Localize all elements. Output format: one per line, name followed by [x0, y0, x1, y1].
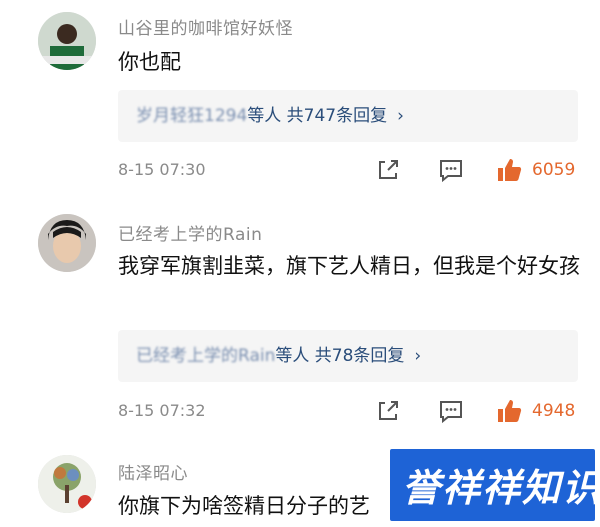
comment-actions: 8-15 07:32 4948 [118, 396, 588, 426]
reply-names: 岁月轻狂1294 [136, 106, 248, 126]
reply-summary[interactable]: 岁月轻狂1294等人 共747条回复 › [118, 90, 578, 142]
chevron-right-icon: › [397, 106, 404, 126]
timestamp: 8-15 07:30 [118, 160, 206, 179]
avatar[interactable] [38, 455, 96, 513]
reply-names: 已经考上学的Rain [136, 346, 276, 366]
avatar[interactable] [38, 214, 96, 272]
watermark-text: 誉祥祥知识 [402, 466, 595, 510]
comment-actions: 8-15 07:30 6059 [118, 155, 588, 185]
share-icon[interactable] [375, 157, 401, 183]
like-count: 4948 [532, 401, 576, 421]
avatar[interactable] [38, 12, 96, 70]
username[interactable]: 山谷里的咖啡馆好妖怪 [118, 14, 293, 39]
username[interactable]: 陆泽昭心 [118, 459, 188, 484]
comment-icon[interactable] [438, 398, 464, 424]
username[interactable]: 已经考上学的Rain [118, 220, 262, 245]
reply-count: 等人 共747条回复 [247, 106, 388, 126]
comment-text: 你旗下为啥签精日分子的艺 [118, 494, 370, 518]
like-count: 6059 [532, 160, 576, 180]
chevron-right-icon: › [414, 346, 422, 366]
watermark-logo: 誉祥祥知识 [390, 449, 595, 521]
comment-text: 你也配 [118, 50, 181, 74]
comment-text: 我穿军旗割韭菜，旗下艺人精日，但我是个好女孩 [118, 254, 580, 278]
timestamp: 8-15 07:32 [118, 401, 206, 420]
share-icon[interactable] [375, 398, 401, 424]
comment-icon[interactable] [438, 157, 464, 183]
like-icon[interactable] [496, 157, 522, 183]
reply-count: 等人 共78条回复 [275, 346, 405, 366]
like-icon[interactable] [496, 398, 522, 424]
reply-summary[interactable]: 已经考上学的Rain等人 共78条回复 › [118, 330, 578, 382]
